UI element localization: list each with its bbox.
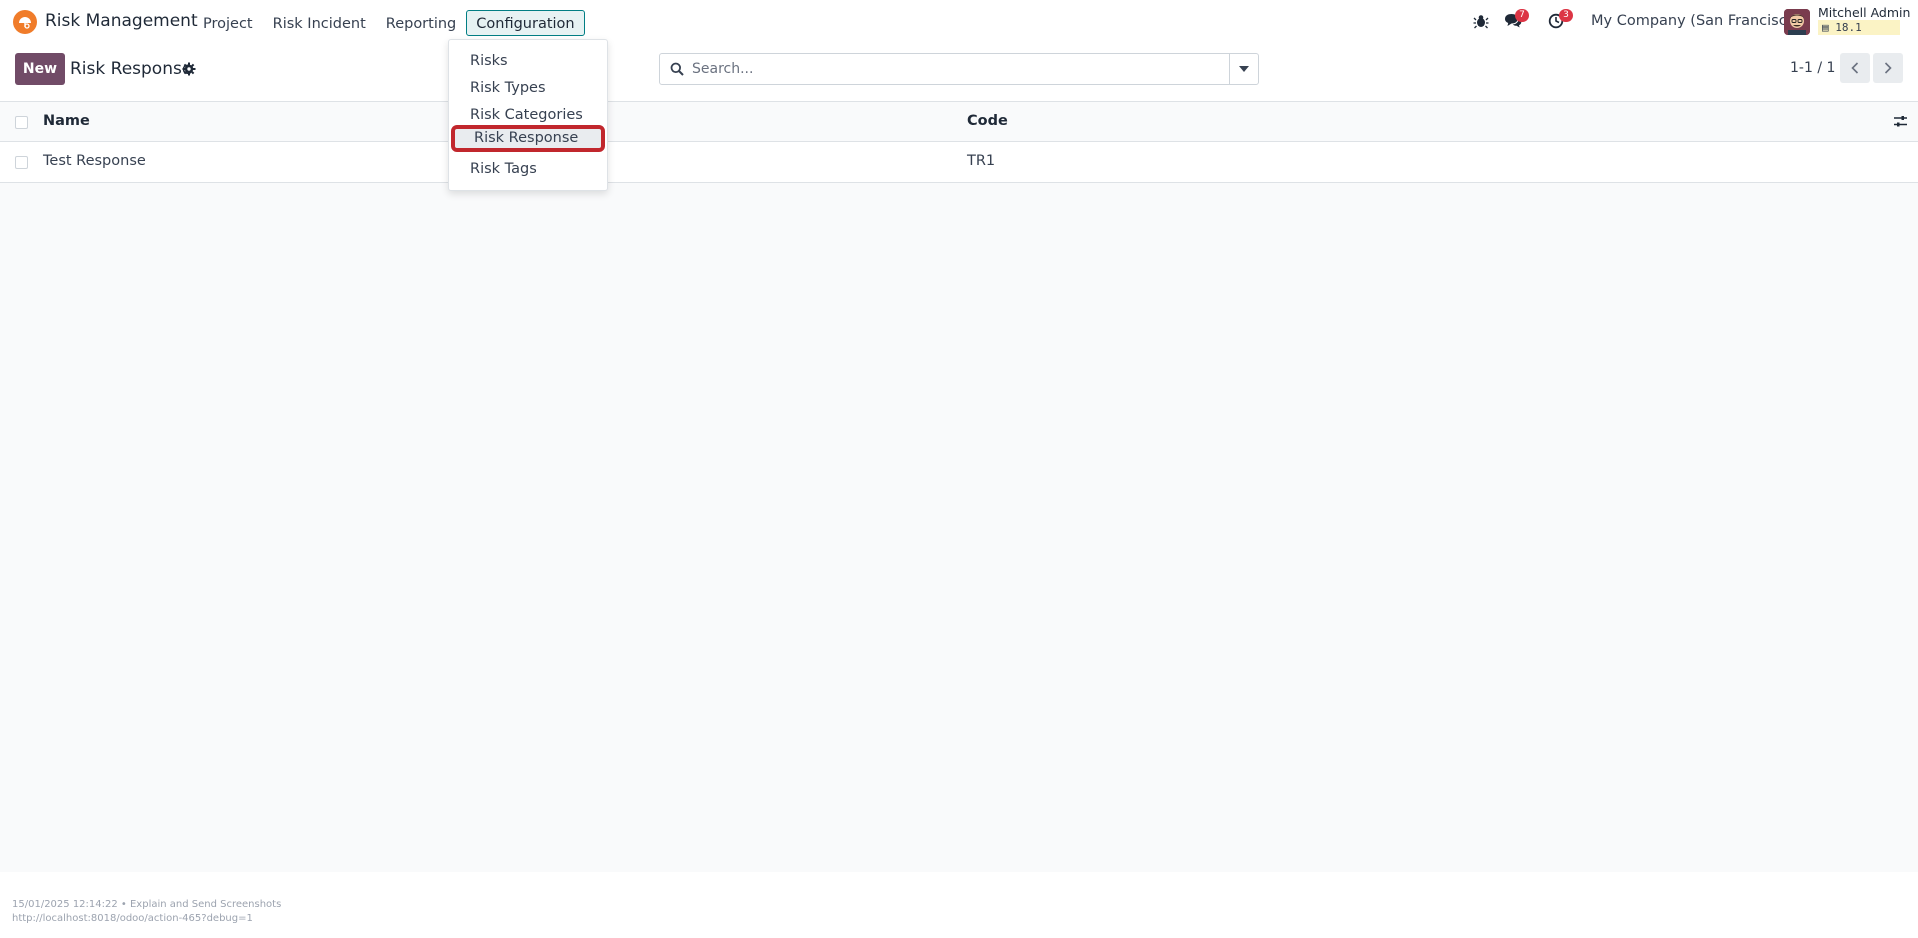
company-switcher[interactable]: My Company (San Francisco) bbox=[1591, 13, 1801, 29]
activities-count-badge: 3 bbox=[1559, 9, 1573, 22]
dropdown-item-risk-tags[interactable]: Risk Tags bbox=[449, 156, 607, 183]
main-menu: Project Risk Incident Reporting Configur… bbox=[193, 10, 585, 36]
messages-count-badge: 7 bbox=[1515, 9, 1529, 22]
search-icon bbox=[670, 62, 684, 76]
pager-value[interactable]: 1-1 / 1 bbox=[1790, 60, 1835, 76]
column-header-code[interactable]: Code bbox=[967, 113, 1008, 129]
messages-icon[interactable]: 7 bbox=[1504, 9, 1529, 31]
pager-previous-button[interactable] bbox=[1840, 53, 1870, 83]
dropdown-item-risk-types[interactable]: Risk Types bbox=[449, 75, 607, 102]
control-panel: New Risk Response Search... 1-1 / 1 bbox=[0, 44, 1918, 102]
list-view: Name Code Test Response TR1 bbox=[0, 102, 1918, 872]
menu-reporting[interactable]: Reporting bbox=[376, 10, 467, 36]
search-options-toggle[interactable] bbox=[1229, 54, 1258, 84]
debug-footer: 15/01/2025 12:14:22 • Explain and Send S… bbox=[0, 872, 1918, 938]
configuration-dropdown: Risks Risk Types Risk Categories Risk Re… bbox=[448, 39, 608, 191]
list-header: Name Code bbox=[0, 102, 1918, 142]
column-header-name[interactable]: Name bbox=[43, 113, 90, 129]
user-avatar[interactable] bbox=[1784, 9, 1810, 35]
menu-configuration[interactable]: Configuration bbox=[466, 10, 585, 36]
database-badge: ▤ 18.1 bbox=[1818, 20, 1900, 35]
chevron-right-icon bbox=[1884, 62, 1892, 74]
chevron-left-icon bbox=[1851, 62, 1859, 74]
footer-timestamp: 15/01/2025 12:14:22 • Explain and Send S… bbox=[12, 899, 282, 910]
activities-clock-icon[interactable]: 3 bbox=[1548, 9, 1573, 31]
table-row[interactable]: Test Response TR1 bbox=[0, 142, 1918, 183]
menu-project[interactable]: Project bbox=[193, 10, 263, 36]
user-name[interactable]: Mitchell Admin bbox=[1818, 5, 1910, 20]
footer-url: http://localhost:8018/odoo/action-465?de… bbox=[12, 913, 253, 924]
cell-name[interactable]: Test Response bbox=[43, 153, 146, 169]
pager-next-button[interactable] bbox=[1873, 53, 1903, 83]
gear-icon[interactable] bbox=[182, 62, 196, 76]
top-navbar: Risk Management Project Risk Incident Re… bbox=[0, 0, 1918, 44]
database-icon: ▤ bbox=[1822, 21, 1829, 34]
menu-risk-incident[interactable]: Risk Incident bbox=[263, 10, 376, 36]
caret-down-icon bbox=[1239, 66, 1249, 72]
app-logo-icon[interactable] bbox=[13, 10, 37, 34]
new-button[interactable]: New bbox=[15, 53, 65, 85]
db-version: 18.1 bbox=[1835, 21, 1862, 34]
select-all-checkbox[interactable] bbox=[15, 116, 28, 129]
cell-code[interactable]: TR1 bbox=[967, 153, 995, 169]
app-name[interactable]: Risk Management bbox=[45, 11, 198, 31]
dropdown-item-risks[interactable]: Risks bbox=[449, 48, 607, 75]
optional-columns-icon[interactable] bbox=[1893, 114, 1908, 129]
bug-icon[interactable] bbox=[1473, 13, 1491, 31]
search-box bbox=[659, 53, 1259, 85]
page-title: Risk Response bbox=[70, 59, 193, 79]
dropdown-item-risk-response[interactable]: Risk Response bbox=[451, 125, 605, 152]
search-input[interactable] bbox=[692, 58, 1212, 80]
row-checkbox[interactable] bbox=[15, 156, 28, 169]
